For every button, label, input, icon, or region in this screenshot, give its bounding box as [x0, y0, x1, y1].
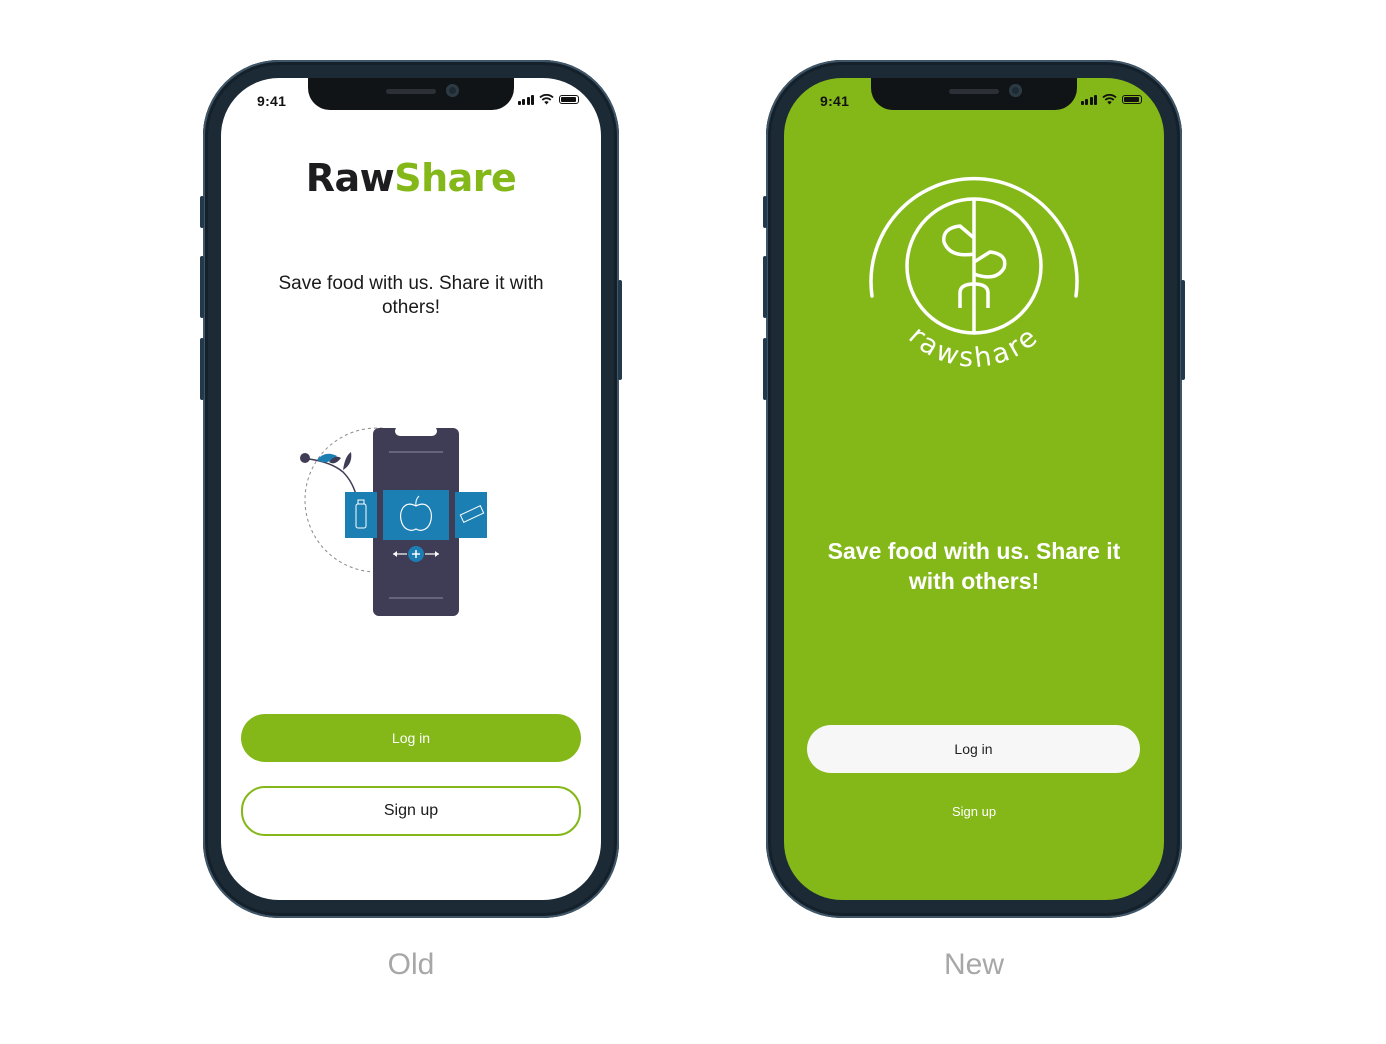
battery-icon — [559, 95, 579, 104]
screen-new: 9:41 rawshare Save food with us. Share i… — [784, 78, 1164, 900]
phone-mockup-old: 9:41 RawShare Save food with us. Share i… — [200, 60, 622, 918]
camera — [1009, 84, 1022, 97]
power-button — [618, 280, 622, 380]
login-button[interactable]: Log in — [241, 714, 581, 762]
rawshare-logo: RawShare — [221, 156, 601, 200]
rawshare-emblem-logo: rawshare — [869, 176, 1079, 374]
caption-old: Old — [387, 948, 435, 981]
power-button — [1181, 280, 1185, 380]
battery-icon — [1122, 95, 1142, 104]
status-time: 9:41 — [820, 93, 850, 109]
volume-down-button — [763, 338, 767, 400]
login-button[interactable]: Log in — [807, 725, 1140, 773]
logo-raw: Raw — [305, 156, 395, 200]
status-icons — [517, 94, 579, 105]
wifi-icon — [1102, 94, 1117, 105]
signup-button[interactable]: Sign up — [241, 786, 581, 836]
silent-switch — [200, 196, 204, 228]
cellular-signal-icon — [517, 94, 534, 105]
volume-down-button — [200, 338, 204, 400]
camera — [446, 84, 459, 97]
notch — [871, 78, 1077, 110]
cellular-signal-icon — [1080, 94, 1097, 105]
tagline: Save food with us. Share it with others! — [827, 538, 1121, 594]
status-time: 9:41 — [257, 93, 287, 109]
wifi-icon — [539, 94, 554, 105]
tagline: Save food with us. Share it with others! — [278, 273, 544, 318]
notch — [308, 78, 514, 110]
signup-link[interactable]: Sign up — [784, 804, 1164, 819]
status-icons — [1080, 94, 1142, 105]
volume-up-button — [200, 256, 204, 318]
phone-mockup-new: 9:41 rawshare Save food with us. Share i… — [763, 60, 1185, 918]
speaker — [949, 89, 999, 94]
speaker — [386, 89, 436, 94]
food-sharing-illustration — [300, 426, 487, 616]
screen-old: 9:41 RawShare Save food with us. Share i… — [221, 78, 601, 900]
logo-share: Share — [394, 156, 517, 200]
volume-up-button — [763, 256, 767, 318]
silent-switch — [763, 196, 767, 228]
caption-new: New — [943, 948, 1004, 981]
